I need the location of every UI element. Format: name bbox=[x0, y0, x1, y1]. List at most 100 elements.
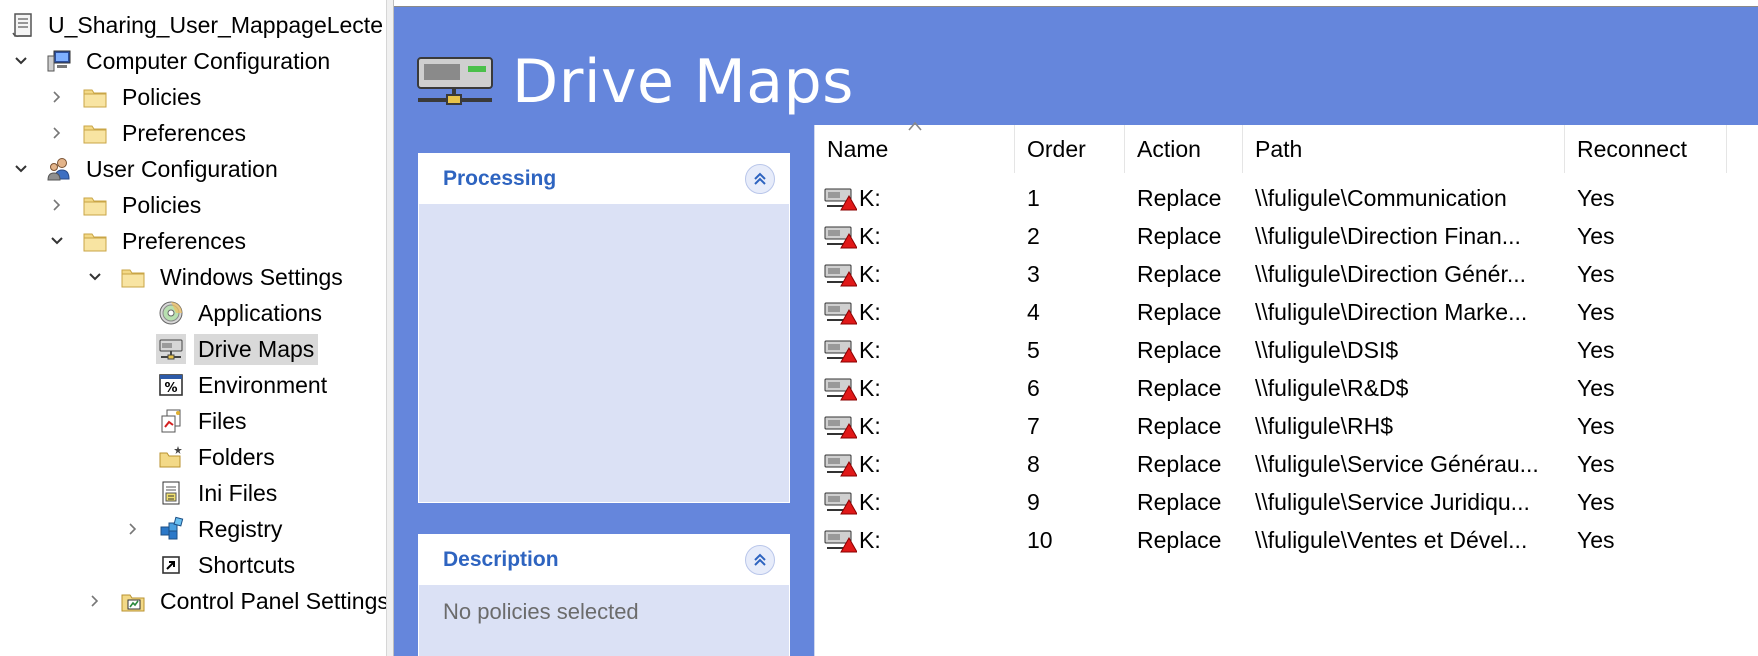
tree-node-windows-settings[interactable]: Windows Settings bbox=[84, 260, 347, 294]
tree-node-uc-policies[interactable]: Policies bbox=[46, 188, 205, 222]
list-row[interactable]: K: 8 Replace \\fuligule\Service Générau.… bbox=[815, 445, 1758, 483]
list-row[interactable]: K: 2 Replace \\fuligule\Direction Finan.… bbox=[815, 217, 1758, 255]
list-row[interactable]: K: 4 Replace \\fuligule\Direction Marke.… bbox=[815, 293, 1758, 331]
row-reconnect: Yes bbox=[1577, 336, 1615, 363]
list-row[interactable]: K: 10 Replace \\fuligule\Ventes et Dével… bbox=[815, 521, 1758, 559]
drive-replace-icon bbox=[824, 454, 857, 477]
percent-icon: % bbox=[156, 370, 186, 400]
tree-label-files: Files bbox=[198, 407, 247, 434]
tree-node-shortcuts[interactable]: Shortcuts bbox=[156, 548, 299, 582]
folder-icon bbox=[80, 226, 110, 256]
row-reconnect: Yes bbox=[1577, 298, 1615, 325]
tree-node-drive-maps[interactable]: Drive Maps bbox=[156, 332, 319, 366]
row-order: 1 bbox=[1027, 184, 1040, 211]
tree-node-user-configuration[interactable]: User Configuration bbox=[10, 152, 282, 186]
tree-node-applications[interactable]: Applications bbox=[156, 296, 326, 330]
row-order: 8 bbox=[1027, 450, 1040, 477]
tree-label-applications: Applications bbox=[198, 299, 323, 326]
list-header: Name Order Action Path Reconnect bbox=[815, 121, 1758, 173]
tree-node-cc-preferences[interactable]: Preferences bbox=[46, 116, 250, 150]
tree-label-user-configuration: User Configuration bbox=[86, 155, 278, 182]
column-header-name[interactable]: Name bbox=[815, 121, 1015, 173]
chevron-right-icon[interactable] bbox=[46, 122, 68, 144]
processing-panel-header[interactable]: Processing bbox=[419, 154, 789, 204]
tree-node-ini-files[interactable]: Ini Files bbox=[156, 476, 281, 510]
collapse-icon[interactable] bbox=[745, 164, 775, 194]
processing-panel-title: Processing bbox=[443, 167, 557, 190]
row-order: 3 bbox=[1027, 260, 1040, 287]
row-reconnect: Yes bbox=[1577, 450, 1615, 477]
chevron-right-icon[interactable] bbox=[46, 86, 68, 108]
tree-label-control-panel-settings: Control Panel Settings bbox=[160, 587, 386, 614]
list-row[interactable]: K: 3 Replace \\fuligule\Direction Génér.… bbox=[815, 255, 1758, 293]
row-name: K: bbox=[859, 450, 881, 477]
row-name: K: bbox=[859, 260, 881, 287]
tree-node-uc-preferences[interactable]: Preferences bbox=[46, 224, 250, 258]
pane-splitter[interactable] bbox=[386, 0, 394, 656]
list-row[interactable]: K: 7 Replace \\fuligule\RH$ Yes bbox=[815, 407, 1758, 445]
tree-label-shortcuts: Shortcuts bbox=[198, 551, 296, 578]
network-drive-icon bbox=[156, 334, 186, 364]
chevron-down-icon[interactable] bbox=[84, 266, 106, 288]
tree-node-computer-configuration[interactable]: Computer Configuration bbox=[10, 44, 334, 78]
chevron-right-icon[interactable] bbox=[122, 518, 144, 540]
drive-replace-icon bbox=[824, 188, 857, 211]
tree-label-ini-files: Ini Files bbox=[198, 479, 278, 506]
column-header-action[interactable]: Action bbox=[1125, 125, 1243, 173]
list-rows: K: 1 Replace \\fuligule\Communication Ye… bbox=[815, 179, 1758, 559]
folder-icon bbox=[80, 82, 110, 112]
tree-node-environment[interactable]: % Environment bbox=[156, 368, 331, 402]
chevron-right-icon[interactable] bbox=[84, 590, 106, 612]
column-header-reconnect[interactable]: Reconnect bbox=[1565, 125, 1727, 173]
drive-replace-icon bbox=[824, 340, 857, 363]
folder-star-icon bbox=[156, 442, 186, 472]
description-text: No policies selected bbox=[443, 599, 639, 624]
chevron-down-icon[interactable] bbox=[10, 158, 32, 180]
row-reconnect: Yes bbox=[1577, 412, 1615, 439]
files-icon bbox=[156, 406, 186, 436]
tree-node-cc-policies[interactable]: Policies bbox=[46, 80, 205, 114]
row-order: 4 bbox=[1027, 298, 1040, 325]
row-path: \\fuligule\Communication bbox=[1255, 184, 1507, 211]
tree-node-root[interactable]: U_Sharing_User_MappageLecteur bbox=[8, 8, 384, 42]
column-label-order: Order bbox=[1027, 135, 1086, 162]
column-label-reconnect: Reconnect bbox=[1577, 135, 1687, 162]
tree-label-drive-maps: Drive Maps bbox=[194, 333, 319, 365]
tree-label-environment: Environment bbox=[198, 371, 328, 398]
row-name: K: bbox=[859, 374, 881, 401]
collapse-icon[interactable] bbox=[745, 545, 775, 575]
drive-replace-icon bbox=[824, 302, 857, 325]
tree-node-control-panel-settings[interactable]: Control Panel Settings bbox=[84, 584, 386, 618]
column-label-action: Action bbox=[1137, 135, 1201, 162]
row-action: Replace bbox=[1137, 412, 1222, 439]
chevron-down-icon[interactable] bbox=[46, 230, 68, 252]
details-pane: Drive Maps Processing Description No pol… bbox=[394, 6, 1758, 656]
tree-label-cc-policies: Policies bbox=[122, 83, 202, 110]
row-action: Replace bbox=[1137, 260, 1222, 287]
tree-label-registry: Registry bbox=[198, 515, 283, 542]
description-panel-title: Description bbox=[443, 548, 559, 571]
column-header-path[interactable]: Path bbox=[1243, 125, 1565, 173]
drive-replace-icon bbox=[824, 378, 857, 401]
tree-node-folders[interactable]: Folders bbox=[156, 440, 279, 474]
chevron-down-icon[interactable] bbox=[10, 50, 32, 72]
chevron-right-icon[interactable] bbox=[46, 194, 68, 216]
list-row[interactable]: K: 6 Replace \\fuligule\R&D$ Yes bbox=[815, 369, 1758, 407]
tree-label-computer-configuration: Computer Configuration bbox=[86, 47, 331, 74]
tree-node-registry[interactable]: Registry bbox=[122, 512, 286, 546]
row-path: \\fuligule\Direction Finan... bbox=[1255, 222, 1521, 249]
drive-replace-icon bbox=[824, 416, 857, 439]
list-row[interactable]: K: 5 Replace \\fuligule\DSI$ Yes bbox=[815, 331, 1758, 369]
computer-icon bbox=[44, 46, 74, 76]
network-drive-icon bbox=[414, 50, 498, 115]
drive-replace-icon bbox=[824, 530, 857, 553]
description-panel-header[interactable]: Description bbox=[419, 535, 789, 585]
row-order: 7 bbox=[1027, 412, 1040, 439]
list-row[interactable]: K: 9 Replace \\fuligule\Service Juridiqu… bbox=[815, 483, 1758, 521]
cd-icon bbox=[156, 298, 186, 328]
tree-node-files[interactable]: Files bbox=[156, 404, 251, 438]
list-row[interactable]: K: 1 Replace \\fuligule\Communication Ye… bbox=[815, 179, 1758, 217]
row-action: Replace bbox=[1137, 526, 1222, 553]
row-name: K: bbox=[859, 298, 881, 325]
column-header-order[interactable]: Order bbox=[1015, 125, 1125, 173]
